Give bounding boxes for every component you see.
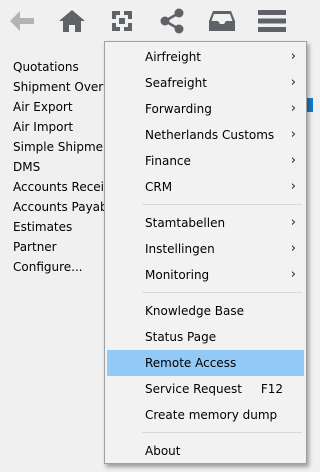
home-icon <box>59 10 85 32</box>
menu-item-label: Stamtabellen <box>145 216 226 230</box>
menu-item-label: Knowledge Base <box>145 304 244 318</box>
submenu-arrow-icon: › <box>290 267 296 282</box>
menu-item-monitoring[interactable]: Monitoring › <box>107 262 304 288</box>
menu-item-service-request[interactable]: Service Request F12 <box>107 376 304 402</box>
sidebar-item-dms[interactable]: DMS <box>13 157 108 177</box>
menu-item-label: Remote Access <box>145 356 237 370</box>
submenu-arrow-icon: › <box>290 49 296 64</box>
sidebar: Quotations Shipment Overview Air Export … <box>13 57 108 277</box>
sidebar-item-accounts-payable[interactable]: Accounts Payable <box>13 197 108 217</box>
back-arrow-icon <box>10 11 34 31</box>
menu-item-label: Finance <box>145 154 191 168</box>
dropdown-menu: Airfreight › Seafreight › Forwarding › N… <box>104 41 307 464</box>
submenu-arrow-icon: › <box>290 215 296 230</box>
menu-item-knowledge-base[interactable]: Knowledge Base <box>107 298 304 324</box>
back-button[interactable] <box>5 4 39 38</box>
menu-separator <box>142 432 302 433</box>
sidebar-item-configure[interactable]: Configure... <box>13 257 108 277</box>
menu-item-label: Create memory dump <box>145 408 278 422</box>
menu-item-label: About <box>145 444 181 458</box>
menu-item-label: Instellingen <box>145 242 215 256</box>
inbox-button[interactable] <box>205 4 239 38</box>
menu-separator <box>142 204 302 205</box>
menu-item-label: Seafreight <box>145 76 207 90</box>
sidebar-item-quotations[interactable]: Quotations <box>13 57 108 77</box>
sidebar-item-estimates[interactable]: Estimates <box>13 217 108 237</box>
inbox-icon <box>209 11 235 31</box>
menu-item-label: Netherlands Customs <box>145 128 275 142</box>
menu-item-netherlands-customs[interactable]: Netherlands Customs › <box>107 122 304 148</box>
menu-item-create-memory-dump[interactable]: Create memory dump <box>107 402 304 428</box>
submenu-arrow-icon: › <box>290 153 296 168</box>
sidebar-item-air-export[interactable]: Air Export <box>13 97 108 117</box>
main-menu-button[interactable] <box>255 4 289 38</box>
share-icon <box>160 8 184 34</box>
toolbar <box>0 0 313 42</box>
submenu-arrow-icon: › <box>290 241 296 256</box>
sidebar-item-partner[interactable]: Partner <box>13 237 108 257</box>
shortcut-label: F12 <box>260 382 283 396</box>
menu-item-seafreight[interactable]: Seafreight › <box>107 70 304 96</box>
submenu-arrow-icon: › <box>290 179 296 194</box>
menu-item-label: CRM <box>145 180 173 194</box>
menu-item-finance[interactable]: Finance › <box>107 148 304 174</box>
submenu-arrow-icon: › <box>290 101 296 116</box>
menu-item-label: Airfreight <box>145 50 202 64</box>
sidebar-item-accounts-receivable[interactable]: Accounts Receivable <box>13 177 108 197</box>
fullscreen-icon <box>112 11 132 31</box>
menu-item-stamtabellen[interactable]: Stamtabellen › <box>107 210 304 236</box>
menu-item-instellingen[interactable]: Instellingen › <box>107 236 304 262</box>
submenu-arrow-icon: › <box>290 127 296 142</box>
menu-item-about[interactable]: About <box>107 438 304 464</box>
menu-item-remote-access[interactable]: Remote Access <box>107 350 304 376</box>
menu-item-airfreight[interactable]: Airfreight › <box>107 44 304 70</box>
menu-item-label: Status Page <box>145 330 217 344</box>
home-button[interactable] <box>55 4 89 38</box>
menu-item-label: Forwarding <box>145 102 212 116</box>
submenu-arrow-icon: › <box>290 75 296 90</box>
menu-item-crm[interactable]: CRM › <box>107 174 304 200</box>
sidebar-item-simple-shipments[interactable]: Simple Shipments <box>13 137 108 157</box>
menu-item-label: Service Request <box>145 382 242 396</box>
menu-item-label: Monitoring <box>145 268 210 282</box>
fullscreen-button[interactable] <box>105 4 139 38</box>
share-button[interactable] <box>155 4 189 38</box>
menu-item-forwarding[interactable]: Forwarding › <box>107 96 304 122</box>
background-panel-edge <box>306 98 313 112</box>
menu-item-status-page[interactable]: Status Page <box>107 324 304 350</box>
menu-separator <box>142 292 302 293</box>
sidebar-item-air-import[interactable]: Air Import <box>13 117 108 137</box>
hamburger-menu-icon <box>258 10 286 32</box>
sidebar-item-shipment-overview[interactable]: Shipment Overview <box>13 77 108 97</box>
